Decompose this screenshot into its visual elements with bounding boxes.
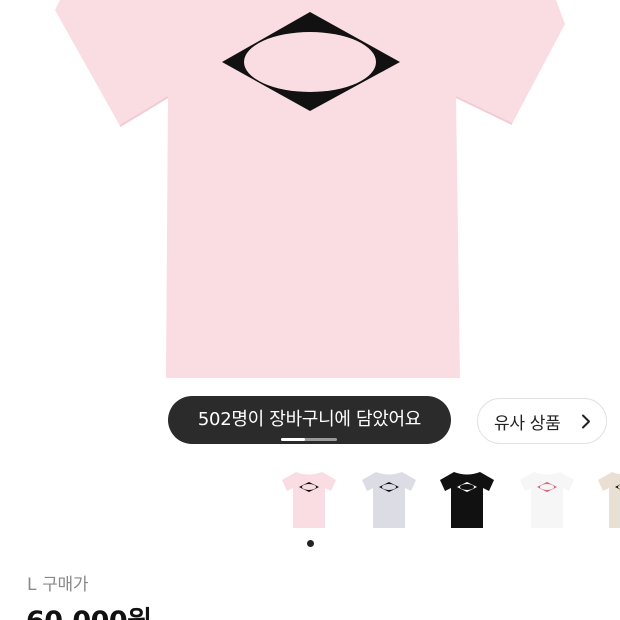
thumbnail-white[interactable]	[516, 468, 578, 530]
thumbnail-strip[interactable]	[278, 468, 620, 530]
tshirt-icon	[598, 472, 620, 528]
cart-toast-text: 502명이 장바구니에 담았어요	[197, 409, 422, 430]
chevron-right-icon	[582, 414, 590, 429]
tshirt-icon	[520, 472, 574, 528]
purchase-option: L 구매가	[27, 570, 89, 595]
tshirt-icon	[362, 472, 416, 528]
tshirt-icon	[440, 472, 494, 528]
thumbnail-grey[interactable]	[358, 468, 420, 530]
thumbnail-pink[interactable]	[278, 468, 340, 530]
image-progress-bar	[281, 438, 337, 441]
tshirt-icon	[282, 472, 336, 528]
similar-products-label: 유사 상품	[494, 413, 561, 434]
thumbnail-black[interactable]	[436, 468, 498, 530]
size-label: L	[27, 575, 37, 595]
product-image[interactable]	[0, 0, 620, 452]
carousel-dot	[307, 540, 314, 547]
thumbnail-beige[interactable]	[594, 468, 620, 530]
cart-count-toast: 502명이 장바구니에 담았어요	[168, 396, 451, 444]
similar-products-button[interactable]: 유사 상품	[477, 398, 607, 444]
tshirt-icon	[55, 0, 565, 378]
price: 60,000원	[26, 599, 152, 620]
purchase-label: 구매가	[42, 575, 89, 595]
